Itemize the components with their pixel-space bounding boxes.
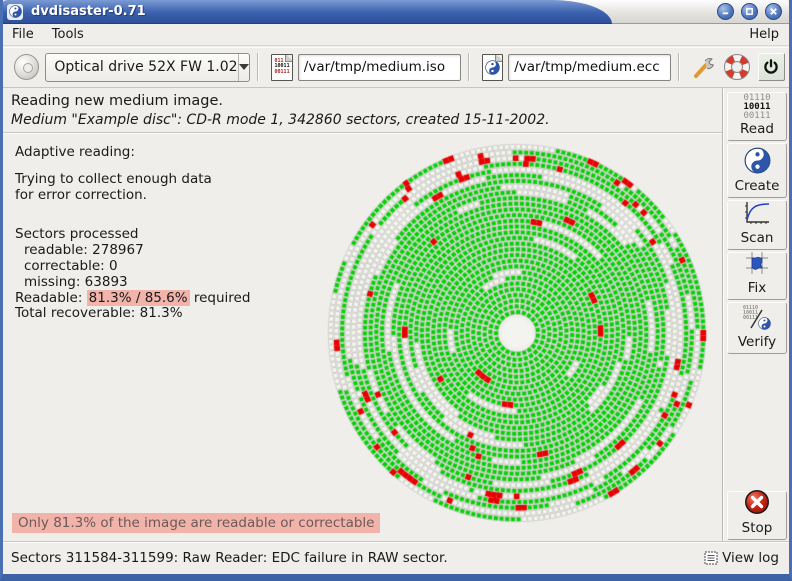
app-yin-yang-icon [7,3,23,20]
binary-read-icon: 01110 10011 00111 [743,93,771,121]
fix-label: Fix [747,280,767,296]
warning-banner: Only 81.3% of the image are readable or … [12,513,381,533]
ecc-file-icon [481,53,504,81]
scan-button[interactable]: Scan [727,200,787,250]
stop-icon [743,488,771,520]
readable-percentage-line: Readable: 81.3% / 85.6% required [15,289,251,306]
view-log-button[interactable]: View log [704,550,779,566]
footer-statusbar: Sectors 311584-311599: Raw Reader: EDC f… [3,541,789,574]
log-list-icon [704,551,718,565]
status-line2: Medium "Example disc": CD-R mode 1, 3428… [11,112,550,128]
toolbar-separator [467,53,470,81]
reading-description: Trying to collect enough data for error … [15,170,212,203]
verify-compare-icon: 01110 10011 00111 [743,306,771,334]
window-title: dvdisaster-0.71 [31,4,146,19]
iso-path-input[interactable] [297,53,461,81]
scan-graph-icon [743,200,771,230]
puzzle-fix-icon [744,250,770,280]
verify-label: Verify [737,334,777,350]
sectors-correctable: correctable: 0 [24,257,118,274]
total-recoverable: Total recoverable: 81.3% [15,305,183,322]
toolbar-separator [678,53,681,81]
read-button[interactable]: 01110 10011 00111 Read [727,92,787,141]
sector-spiral-visualization [315,131,719,535]
sectors-processed-title: Sectors processed [15,226,139,243]
titlebar-tab[interactable]: dvdisaster-0.71 [3,0,612,24]
ecc-path-input[interactable] [508,53,672,81]
info-panel: Adaptive reading: Trying to collect enou… [15,144,305,322]
quit-power-button[interactable] [757,53,786,81]
drive-selector[interactable]: Optical drive 52X FW 1.02 [45,52,251,82]
menu-tools[interactable]: Tools [43,25,93,44]
menu-file[interactable]: File [3,25,43,44]
footer-message: Sectors 311584-311599: Raw Reader: EDC f… [11,550,448,566]
verify-button[interactable]: 01110 10011 00111 Verify [727,302,787,354]
toolbar: Optical drive 52X FW 1.02 011 10011 00111 [3,47,789,88]
close-button[interactable] [765,3,782,20]
titlebar: dvdisaster-0.71 [3,0,789,24]
drive-selector-arrow[interactable] [237,53,250,81]
read-label: Read [740,121,774,137]
view-log-label: View log [722,550,779,566]
minimize-button[interactable] [717,3,734,20]
readable-percentage-highlight: 81.3% / 85.6% [86,289,190,306]
status-line1: Reading new medium image. [11,93,224,109]
sidebar-separator [722,88,724,541]
drive-selector-value: Optical drive 52X FW 1.02 [54,59,238,75]
stop-button[interactable]: Stop [727,488,787,540]
dvdisaster-window: dvdisaster-0.71 File Tools Help Optical … [0,0,792,581]
sectors-missing: missing: 63893 [24,273,128,290]
stop-label: Stop [741,520,773,536]
chevron-down-icon [238,64,249,70]
create-label: Create [734,178,780,194]
yin-yang-create-icon [744,147,771,178]
scan-label: Scan [740,230,774,246]
sectors-readable: readable: 278967 [24,242,144,259]
cd-drive-icon [14,54,40,80]
maximize-button[interactable] [741,3,758,20]
help-lifebelt-icon[interactable] [723,53,751,81]
status-header: Reading new medium image. Medium "Exampl… [3,88,723,133]
iso-file-icon: 011 10011 00111 [271,53,293,81]
fix-button[interactable]: Fix [727,252,787,300]
reading-mode-label: Adaptive reading: [15,144,135,160]
create-button[interactable]: Create [727,143,787,198]
menu-help[interactable]: Help [739,25,789,44]
menubar: File Tools Help [3,24,789,46]
toolbar-separator [257,53,260,81]
preferences-wrench-icon[interactable] [690,53,717,81]
